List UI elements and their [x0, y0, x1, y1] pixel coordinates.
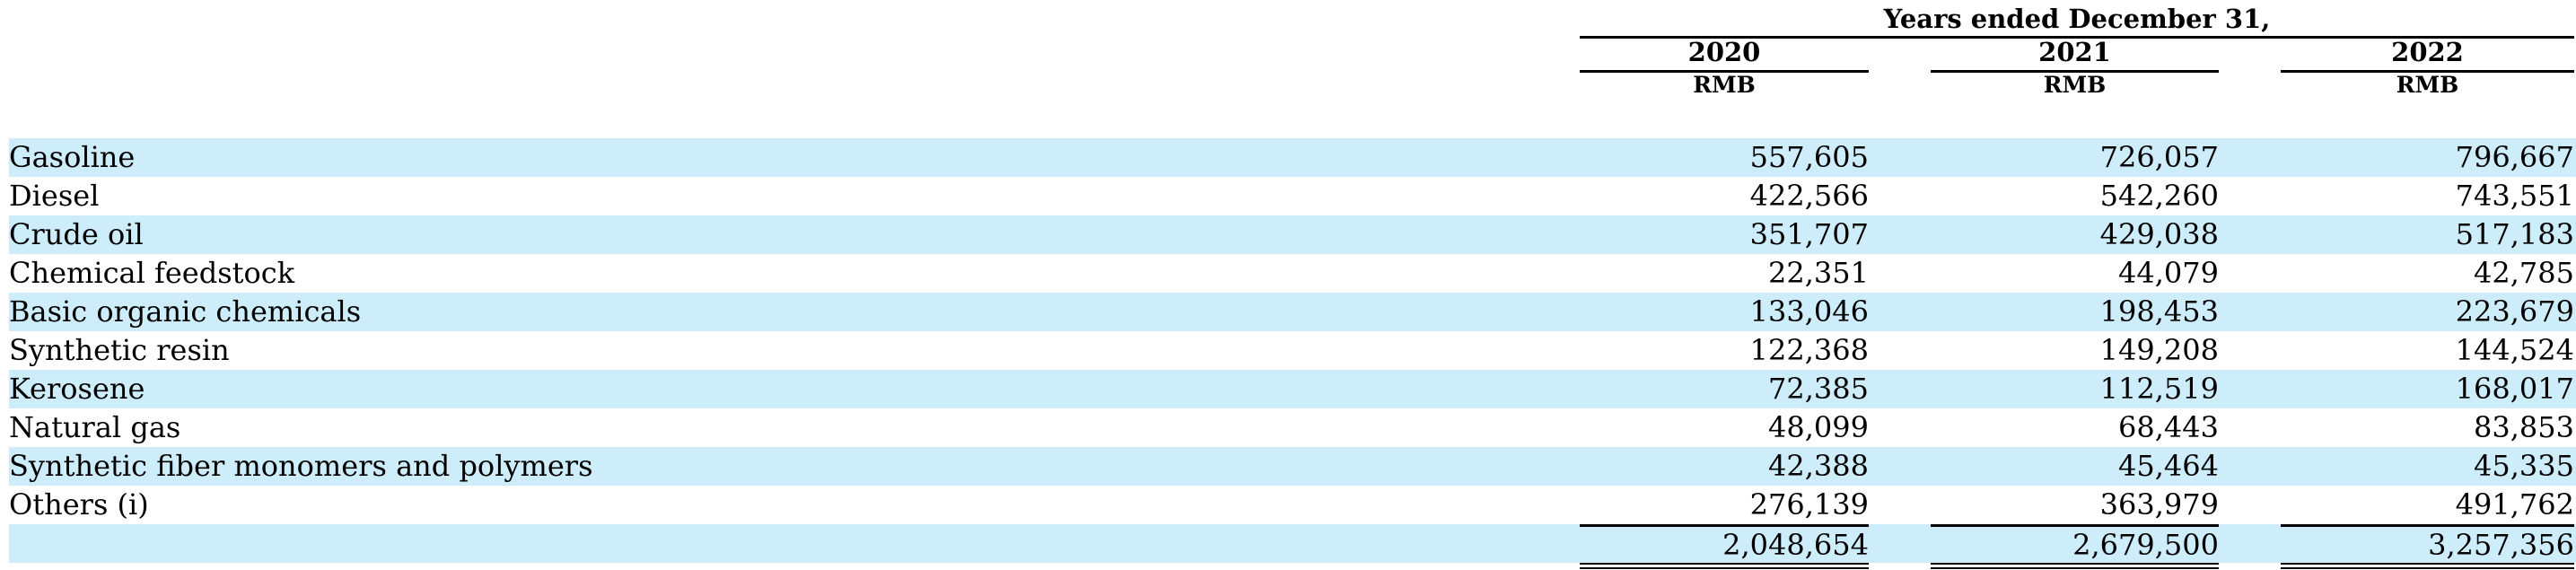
column-group-header: Years ended December 31,	[1580, 2, 2574, 39]
row-value-2022: 796,667	[2455, 140, 2574, 174]
row-label: Kerosene	[9, 372, 145, 406]
row-value-2020: 72,385	[1768, 372, 1869, 406]
row-value-2022: 42,785	[2474, 256, 2574, 290]
row-value-2020: 122,368	[1749, 333, 1869, 367]
row-label: Crude oil	[9, 217, 144, 251]
row-label: Synthetic fiber monomers and polymers	[9, 449, 593, 483]
row-value-2020: 276,139	[1749, 487, 1869, 522]
row-value-2022: 45,335	[2474, 449, 2574, 483]
table-row: Kerosene 72,385 112,519 168,017	[9, 370, 2576, 408]
row-value-2022: 83,853	[2474, 410, 2574, 444]
unit-header-2020: RMB	[1693, 72, 1756, 98]
table-row: Crude oil 351,707 429,038 517,183	[9, 215, 2576, 254]
row-value-2021: 112,519	[2099, 372, 2219, 406]
row-label: Others (i)	[9, 487, 149, 522]
table-row: Chemical feedstock 22,351 44,079 42,785	[9, 254, 2576, 293]
row-label: Basic organic chemicals	[9, 294, 362, 329]
row-value-2022: 168,017	[2455, 372, 2574, 406]
row-value-2020: 42,388	[1768, 449, 1869, 483]
row-value-2021: 198,453	[2099, 294, 2219, 329]
row-value-2022: 491,762	[2455, 487, 2574, 522]
row-label: Diesel	[9, 179, 100, 213]
row-value-2020: 422,566	[1749, 179, 1869, 213]
table-row: Gasoline 557,605 726,057 796,667	[9, 138, 2576, 177]
row-value-2020: 48,099	[1768, 410, 1869, 444]
total-row: 2,048,654 2,679,500 3,257,356	[9, 524, 2576, 563]
year-header-2020: 2020	[1580, 34, 1869, 73]
table-row: Others (i) 276,139 363,979 491,762	[9, 486, 2576, 524]
row-value-2021: 68,443	[2118, 410, 2219, 444]
revenue-table-body: Gasoline 557,605 726,057 796,667 Diesel …	[9, 138, 2576, 563]
row-value-2022: 743,551	[2455, 179, 2574, 213]
total-double-underline-2021	[1931, 563, 2219, 569]
unit-header-2022: RMB	[2396, 72, 2459, 98]
row-value-2021: 542,260	[2099, 179, 2219, 213]
row-value-2021: 363,979	[2099, 487, 2219, 522]
row-label: Chemical feedstock	[9, 256, 295, 290]
row-value-2021: 44,079	[2118, 256, 2219, 290]
row-value-2020: 351,707	[1749, 217, 1869, 251]
row-value-2022: 517,183	[2455, 217, 2574, 251]
total-double-underline-2020	[1580, 563, 1869, 569]
row-value-2022: 144,524	[2455, 333, 2574, 367]
total-value-2021: 2,679,500	[1931, 524, 2219, 563]
table-row: Natural gas 48,099 68,443 83,853	[9, 408, 2576, 447]
row-value-2021: 429,038	[2099, 217, 2219, 251]
total-double-underline-2022	[2281, 563, 2574, 569]
row-label: Gasoline	[9, 140, 136, 174]
row-value-2020: 22,351	[1768, 256, 1869, 290]
year-header-2021: 2021	[1931, 34, 2219, 73]
table-row: Synthetic resin 122,368 149,208 144,524	[9, 331, 2576, 370]
year-header-2022: 2022	[2281, 34, 2574, 73]
row-label: Natural gas	[9, 410, 181, 444]
row-value-2022: 223,679	[2455, 294, 2574, 329]
total-value-2020: 2,048,654	[1580, 524, 1869, 563]
group-header-label: Years ended December 31,	[1883, 4, 2271, 34]
row-value-2021: 45,464	[2118, 449, 2219, 483]
table-row: Basic organic chemicals 133,046 198,453 …	[9, 293, 2576, 331]
table-row: Diesel 422,566 542,260 743,551	[9, 177, 2576, 215]
row-label: Synthetic resin	[9, 333, 230, 367]
table-row: Synthetic fiber monomers and polymers 42…	[9, 447, 2576, 486]
row-value-2021: 149,208	[2099, 333, 2219, 367]
total-value-2022: 3,257,356	[2281, 524, 2574, 563]
row-value-2020: 557,605	[1749, 140, 1869, 174]
unit-header-2021: RMB	[2043, 72, 2107, 98]
row-value-2021: 726,057	[2099, 140, 2219, 174]
row-value-2020: 133,046	[1749, 294, 1869, 329]
